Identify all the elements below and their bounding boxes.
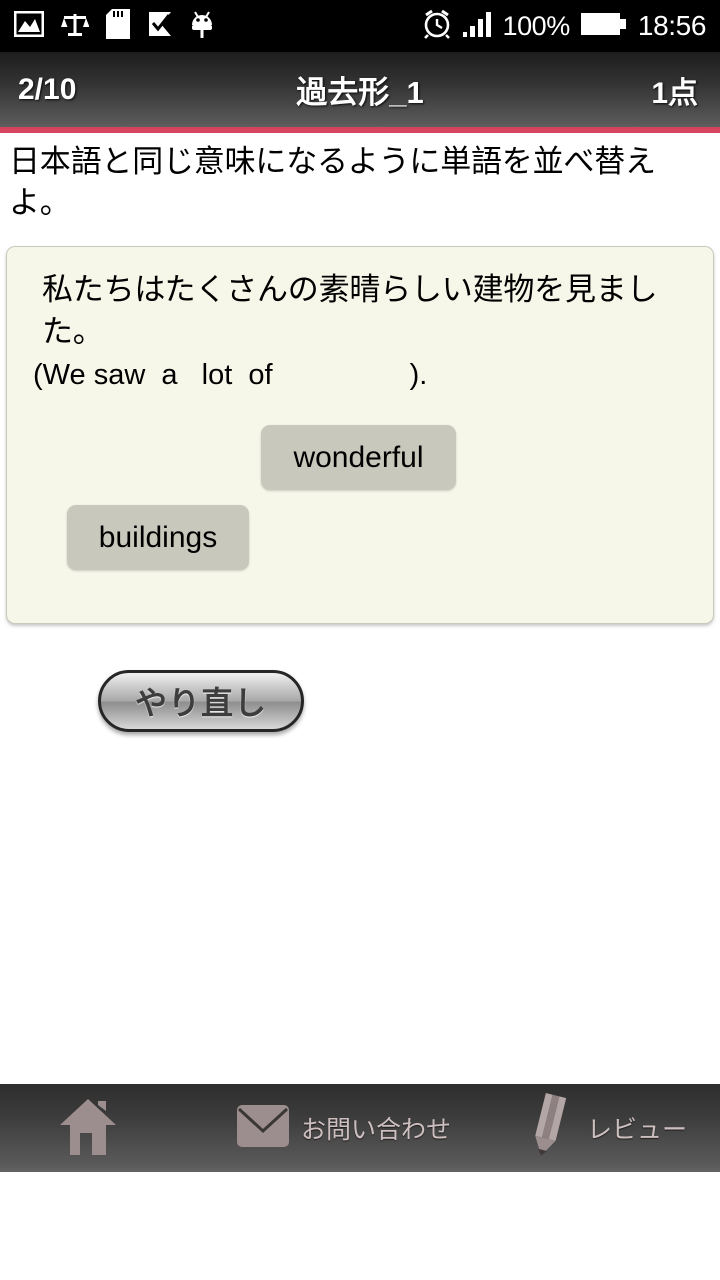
word-tile-label: wonderful	[293, 440, 424, 474]
english-answer-template: (We saw a lot of ).	[33, 359, 428, 391]
question-card: 私たちはたくさんの素晴らしい建物を見ました。 (We saw a lot of …	[6, 246, 714, 624]
header-accent-divider	[0, 127, 720, 133]
nav-item-home[interactable]	[58, 1095, 129, 1162]
question-progress-label: 2/10	[18, 72, 77, 106]
nav-item-contact-label: お問い合わせ	[301, 1116, 452, 1144]
word-tile-label: buildings	[98, 520, 218, 554]
instruction-text: 日本語と同じ意味になるように単語を並べ替えよ。	[9, 144, 656, 220]
reset-button-label: やり直し	[134, 685, 267, 721]
sd-card-icon	[106, 8, 130, 44]
nav-item-review-label: レビュー	[587, 1116, 688, 1144]
home-icon	[58, 1095, 118, 1162]
nav-item-contact[interactable]: お問い合わせ	[236, 1099, 451, 1158]
page-title: 過去形_1	[296, 75, 424, 110]
android-bug-icon	[190, 9, 214, 44]
word-tile-buildings[interactable]: buildings	[67, 505, 249, 570]
nav-item-review[interactable]: レビュー	[524, 1092, 688, 1164]
japanese-sentence: 私たちはたくさんの素晴らしい建物を見ました。	[42, 272, 658, 349]
app-screen: 100% 18:56 2/10 過去形_1 1点 日本語と同じ意味になるように単…	[0, 0, 720, 1280]
reset-button[interactable]: やり直し	[98, 670, 304, 732]
bottom-nav-bar: お問い合わせ レビュー	[0, 1084, 720, 1172]
scales-icon	[61, 10, 90, 43]
status-bar-clock: 18:56	[637, 10, 706, 41]
status-bar-right-cluster: 100% 18:56	[422, 9, 706, 44]
signal-bars-icon	[463, 11, 492, 42]
battery-percent-label: 100%	[502, 10, 570, 41]
check-flag-icon	[147, 10, 173, 43]
page-bottom-fill	[0, 1172, 720, 1280]
alarm-clock-icon	[422, 9, 452, 44]
status-bar-left-icons	[13, 8, 214, 44]
score-label: 1点	[651, 76, 698, 110]
status-bar: 100% 18:56	[0, 0, 720, 52]
word-tile-wonderful[interactable]: wonderful	[261, 425, 456, 490]
envelope-icon	[236, 1099, 290, 1158]
photo-icon	[13, 10, 45, 42]
app-header-bar: 2/10 過去形_1 1点	[0, 52, 720, 127]
battery-full-icon	[580, 11, 627, 42]
pencil-icon	[524, 1092, 576, 1164]
